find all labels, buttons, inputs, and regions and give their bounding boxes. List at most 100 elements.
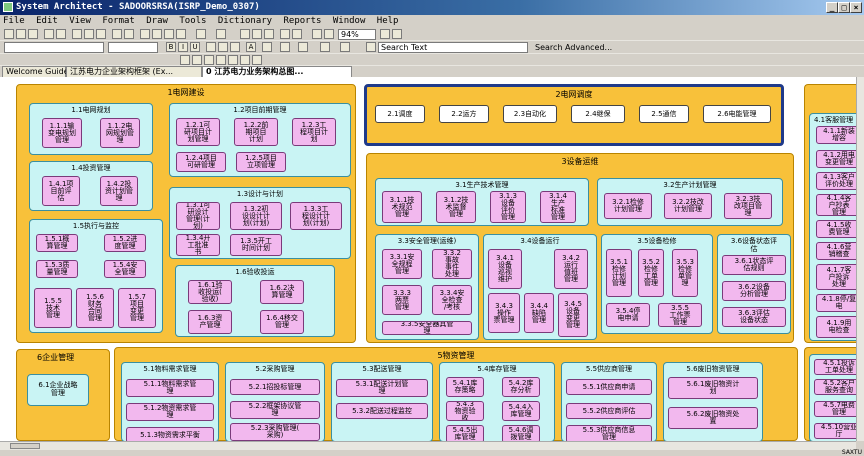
zoom-select[interactable]: 94%	[338, 29, 376, 40]
layout-icon[interactable]	[152, 29, 162, 39]
leaf-item[interactable]: 3.5.4停 电申请	[606, 303, 650, 327]
leaf-item[interactable]: 3.3.2 事故 事件 处理	[432, 249, 472, 279]
preview-icon[interactable]	[56, 29, 66, 39]
leaf-item[interactable]: 1.5.4安 全管理	[104, 260, 146, 278]
grid-icon[interactable]	[140, 29, 150, 39]
underline-icon[interactable]: U	[190, 42, 200, 52]
maximize-button[interactable]: □	[838, 2, 850, 13]
leaf-item[interactable]: 1.3.3工 程设计计 划(计划)	[290, 202, 342, 230]
leaf-item[interactable]: 2.1调度	[375, 105, 425, 123]
leaf-item[interactable]: 5.4.3 物资验收	[446, 401, 484, 421]
leaf-item[interactable]: 3.2.2技改 计划管理	[664, 193, 712, 219]
leaf-item[interactable]: 5.4.6调 拨管理	[502, 425, 540, 441]
leaf-item[interactable]: 4.1.8停/复电	[816, 294, 856, 312]
menu-draw[interactable]: Draw	[146, 16, 168, 26]
leaf-item[interactable]: 1.2.1可 研项目计 划管理	[176, 118, 220, 146]
scroll-thumb[interactable]	[10, 443, 40, 449]
leaf-item[interactable]: 1.6.1验 收投运(验收)	[188, 280, 232, 304]
font-select[interactable]	[4, 42, 104, 53]
leaf-item[interactable]: 3.5.2 检修 工单 管理	[638, 249, 664, 297]
leaf-item[interactable]: 5.4.4入 库管理	[502, 401, 540, 421]
open-icon[interactable]	[16, 29, 26, 39]
sub-material-demand[interactable]: 5.1物料需求管理 5.1.1物料需求管理 5.1.2物资需求管理 5.1.3物…	[121, 362, 219, 441]
line-icon[interactable]	[264, 29, 274, 39]
leaf-item[interactable]: 1.1.1输 变电规划 管理	[42, 118, 82, 148]
leaf-item[interactable]: 4.5.10营业厅	[814, 423, 856, 439]
leaf-item[interactable]: 1.2.3工 程项目计划	[292, 118, 336, 146]
circle-tool-icon[interactable]	[204, 55, 214, 65]
image-tool-icon[interactable]	[240, 55, 250, 65]
leaf-item[interactable]: 2.3自动化	[503, 105, 557, 123]
sub-customer-service-2[interactable]: 4.5.1投诉 工单处理 4.5.2客户 服务查询 4.5.7电费 管理 4.5.10…	[809, 354, 856, 441]
leaf-item[interactable]: 5.2.1招投标管理	[230, 379, 320, 395]
leaf-item[interactable]: 3.4.2 运行 值班 管理	[554, 249, 588, 289]
leaf-item[interactable]: 3.5.5 工作票 管理	[658, 303, 702, 327]
fit-page-icon[interactable]	[380, 29, 390, 39]
bold-icon[interactable]: B	[166, 42, 176, 52]
paste-icon[interactable]	[96, 29, 106, 39]
align-center-icon[interactable]	[218, 42, 228, 52]
leaf-item[interactable]: 3.6.2设备 分析管理	[722, 281, 786, 301]
leaf-item[interactable]: 2.2运方	[439, 105, 489, 123]
leaf-item[interactable]: 4.1.5收 费管理	[816, 220, 856, 238]
save-icon[interactable]	[28, 29, 38, 39]
align-left-icon[interactable]	[206, 42, 216, 52]
group-materials-management[interactable]: 5物资管理 5.1物料需求管理 5.1.1物料需求管理 5.1.2物资需求管理 …	[114, 347, 798, 441]
font-color-icon[interactable]: A	[246, 42, 256, 52]
new-icon[interactable]	[4, 29, 14, 39]
shape-icon[interactable]	[196, 29, 206, 39]
leaf-item[interactable]: 1.5.6 财务 合同 管理	[76, 288, 114, 328]
sub-supplier[interactable]: 5.5供应商管理 5.5.1供应商申请 5.5.2供应商评估 5.5.3供应商信…	[561, 362, 657, 441]
leaf-item[interactable]: 5.4.2库 存分析	[502, 377, 540, 397]
leaf-item[interactable]: 2.4继保	[571, 105, 625, 123]
close-button[interactable]: ×	[850, 2, 862, 13]
leaf-item[interactable]: 3.5.3 检修 单管理	[672, 249, 698, 297]
print-icon[interactable]	[44, 29, 54, 39]
tab-framework[interactable]: 江苏电力企业架构框架 (Ex...	[66, 66, 202, 77]
sub-preliminary-project[interactable]: 1.2项目前期管理 1.2.1可 研项目计 划管理 1.2.2前 期项目 计划 1.2.…	[169, 103, 351, 177]
sub-investment[interactable]: 1.4投资管理 1.4.1项 目前评估 1.4.2投 资计划管理	[29, 161, 153, 211]
leaf-item[interactable]: 4.1.3客户 评价处理	[816, 172, 856, 190]
align-icon[interactable]	[280, 29, 290, 39]
leaf-item[interactable]: 1.2.4项目 可研管理	[176, 152, 226, 172]
vertical-scrollbar[interactable]	[856, 77, 864, 441]
leaf-item[interactable]: 5.3.2配送过程监控	[336, 403, 428, 419]
leaf-item[interactable]: 3.1.3 设备 评价 管理	[490, 191, 526, 223]
leaf-item[interactable]: 3.3.5安全器具管理	[382, 321, 472, 335]
leaf-item[interactable]: 1.3.5开工 时间计划	[230, 234, 282, 256]
leaf-item[interactable]: 3.1.1技 术规范 管理	[382, 191, 422, 223]
leaf-item[interactable]: 5.5.3供应商信息 管理	[566, 425, 652, 441]
leaf-item[interactable]: 5.1.3物资需求平衡	[126, 427, 214, 441]
horizontal-scrollbar[interactable]	[0, 441, 856, 450]
leaf-item[interactable]: 5.5.2供应商评估	[566, 403, 652, 419]
menu-dictionary[interactable]: Dictionary	[218, 16, 272, 26]
menu-format[interactable]: Format	[102, 16, 135, 26]
leaf-item[interactable]: 5.6.2废旧物资处置	[668, 407, 758, 429]
group-grid-construction[interactable]: 1电网建设 1.1电网规划 1.1.1输 变电规划 管理 1.1.2电 网规划管理 1…	[16, 84, 356, 343]
sub-acceptance[interactable]: 1.6验收投运 1.6.1验 收投运(验收) 1.6.2决 算管理 1.6.3资 产管…	[175, 265, 335, 337]
cut-icon[interactable]	[72, 29, 82, 39]
menu-reports[interactable]: Reports	[284, 16, 322, 26]
sub-inventory[interactable]: 5.4库存管理 5.4.1库 存策略 5.4.2库 存分析 5.4.3 物资验收 5.…	[439, 362, 555, 441]
leaf-item[interactable]: 2.5通信	[639, 105, 689, 123]
leaf-item[interactable]: 1.5.2进 度管理	[104, 234, 146, 252]
sub-scrap-materials[interactable]: 5.6废旧物资管理 5.6.1废旧物资计划 5.6.2废旧物资处置	[663, 362, 763, 441]
leaf-item[interactable]: 3.4.5 设备 变更 管理	[558, 293, 588, 337]
leaf-item[interactable]: 3.4.3 操作 票管理	[488, 293, 520, 333]
sub-production-tech[interactable]: 3.1生产技术管理 3.1.1技 术规范 管理 3.1.2技 术监督 管理 3.1.3 设…	[375, 178, 589, 226]
text-tool-icon[interactable]	[228, 55, 238, 65]
leaf-item[interactable]: 1.5.7 项目 变更 管理	[118, 288, 156, 328]
leaf-item[interactable]: 3.3.3 两票 管理	[382, 285, 422, 315]
size-select[interactable]	[108, 42, 158, 53]
italic-icon[interactable]: I	[178, 42, 188, 52]
browser-icon[interactable]	[340, 42, 350, 52]
menu-view[interactable]: View	[69, 16, 91, 26]
copy-icon[interactable]	[84, 29, 94, 39]
leaf-item[interactable]: 1.6.4移交 管理	[260, 310, 304, 334]
leaf-item[interactable]: 1.6.2决 算管理	[260, 280, 304, 304]
tab-business-architecture[interactable]: 0 江苏电力业务架构总图...	[202, 66, 352, 77]
leaf-item[interactable]: 4.1.7客 户投诉 处理	[816, 264, 856, 290]
leaf-item[interactable]: 3.3.4安 全检查/考核	[432, 285, 472, 315]
leaf-item[interactable]: 4.1.1新装 增容	[816, 126, 856, 144]
leaf-item[interactable]: 5.2.3采购管理(采购)	[230, 423, 320, 441]
